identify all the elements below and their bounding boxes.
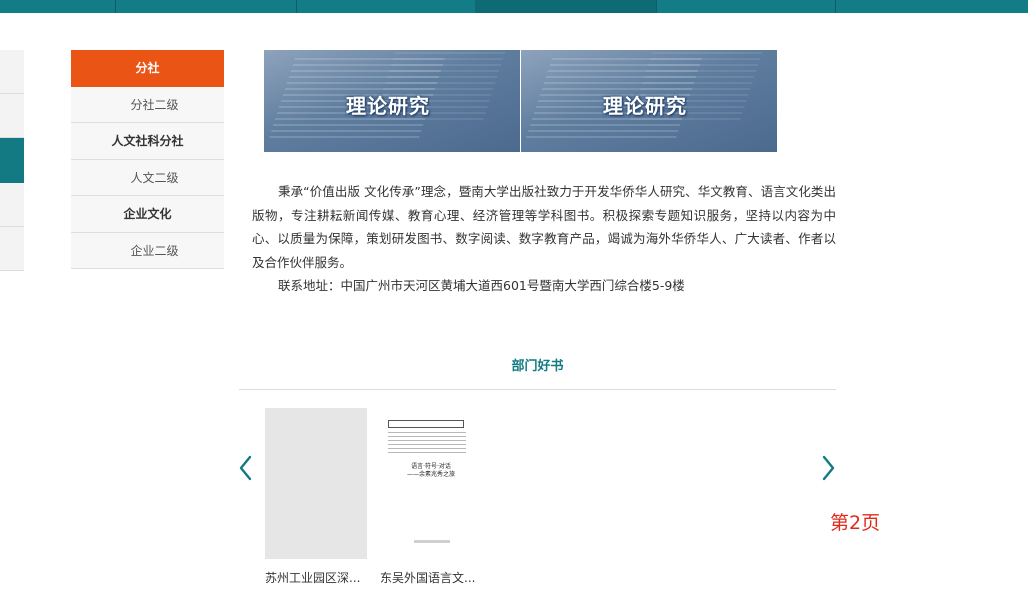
nav-divider [656, 0, 657, 13]
theory-research-banner[interactable]: 理论研究 理论研究 [264, 50, 777, 152]
sidebar-item-humanities-branch[interactable]: 人文社科分社 [71, 123, 224, 160]
top-nav-bar [0, 0, 1028, 13]
left-panel-item[interactable] [0, 94, 24, 138]
banner-title: 理论研究 [603, 94, 687, 118]
book-title[interactable]: 东吴外国语言文... [380, 569, 490, 586]
book-cover[interactable]: 语言·符号·对话 ——余素兆秀之旅 [380, 408, 482, 559]
left-panel-edge [0, 50, 24, 271]
category-sidebar: 分社 分社二级 人文社科分社 人文二级 企业文化 企业二级 [71, 50, 224, 269]
sidebar-item-branch-level2[interactable]: 分社二级 [71, 87, 224, 123]
cover-title: 语言·符号·对话 ——余素兆秀之旅 [406, 463, 455, 478]
sidebar-item-corporate-culture[interactable]: 企业文化 [71, 196, 224, 233]
book-cover-placeholder[interactable] [265, 408, 367, 559]
book-title[interactable]: 苏州工业园区深... [265, 569, 375, 586]
banner-image-left: 理论研究 [264, 50, 520, 152]
left-panel-item-active[interactable] [0, 138, 24, 183]
carousel-prev-button[interactable] [236, 453, 256, 483]
sidebar-item-corporate-level2[interactable]: 企业二级 [71, 233, 224, 269]
nav-divider [115, 0, 116, 13]
nav-divider [296, 0, 297, 13]
intro-text: 秉承“价值出版 文化传承”理念，暨南大学出版社致力于开发华侨华人研究、华文教育、… [252, 180, 836, 298]
cover-text-lines [388, 432, 466, 454]
sidebar-item-branch[interactable]: 分社 [71, 50, 224, 87]
intro-paragraph: 秉承“价值出版 文化传承”理念，暨南大学出版社致力于开发华侨华人研究、华文教育、… [252, 184, 836, 270]
cover-series-banner [388, 420, 464, 428]
section-title: 部门好书 [239, 355, 836, 390]
book-card[interactable]: 苏州工业园区深... [265, 408, 367, 586]
nav-item-active[interactable] [475, 0, 657, 13]
page-indicator: 第2页 [830, 512, 881, 534]
left-panel-item[interactable] [0, 227, 24, 271]
book-card[interactable]: 语言·符号·对话 ——余素兆秀之旅 东吴外国语言文... [380, 408, 482, 586]
banner-image-right: 理论研究 [521, 50, 777, 152]
banner-title: 理论研究 [346, 94, 430, 118]
cover-publisher-mark [414, 540, 450, 543]
left-panel-item[interactable] [0, 50, 24, 94]
nav-divider [835, 0, 836, 13]
chevron-left-icon [239, 455, 252, 481]
sidebar-item-humanities-level2[interactable]: 人文二级 [71, 160, 224, 196]
carousel-next-button[interactable] [818, 453, 838, 483]
left-panel-item[interactable] [0, 183, 24, 227]
contact-address: 联系地址：中国广州市天河区黄埔大道西601号暨南大学西门综合楼5-9楼 [278, 278, 685, 293]
chevron-right-icon [822, 455, 835, 481]
